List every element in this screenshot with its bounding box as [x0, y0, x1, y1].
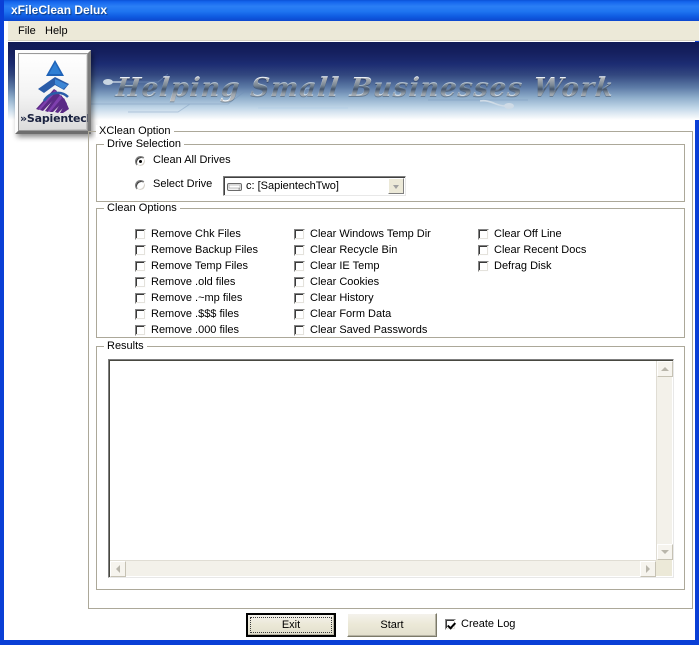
results-group: Results: [96, 346, 685, 590]
checkbox-create-log-mark[interactable]: [445, 619, 456, 630]
checkbox-remove-backup-files-label: Remove Backup Files: [151, 244, 258, 256]
hard-drive-icon: [227, 181, 242, 193]
menu-bar: File Help: [8, 21, 699, 41]
checkbox-clear-ie-temp-label: Clear IE Temp: [310, 260, 380, 272]
results-text: [112, 362, 653, 557]
results-textarea[interactable]: [108, 359, 674, 578]
checkbox-remove-000-files-mark[interactable]: [135, 325, 146, 336]
clean-options-legend: Clean Options: [104, 202, 180, 214]
checkbox-remove-old-files-mark[interactable]: [135, 277, 146, 288]
checkbox-defrag-disk-label: Defrag Disk: [494, 260, 551, 272]
xclean-option-group: XClean Option Drive Selection Clean All …: [88, 131, 693, 609]
radio-clean-all-drives-mark[interactable]: [135, 156, 146, 167]
checkbox-remove-temp-files-label: Remove Temp Files: [151, 260, 248, 272]
drive-select-value: c: [SapientechTwo]: [246, 180, 339, 192]
checkbox-remove-chk-files-label: Remove Chk Files: [151, 228, 241, 240]
checkbox-remove-temp-files-mark[interactable]: [135, 261, 146, 272]
exit-button[interactable]: Exit: [246, 613, 336, 637]
checkbox-clear-history-label: Clear History: [310, 292, 374, 304]
chevron-down-icon[interactable]: [388, 178, 404, 194]
radio-select-drive-mark[interactable]: [135, 180, 146, 191]
banner-tagline: Helping Small Businesses Work: [114, 73, 616, 103]
scroll-down-button[interactable]: [657, 544, 673, 560]
focus-ring: [250, 617, 332, 633]
sapientech-mark-icon: [24, 57, 86, 115]
checkbox-remove-backup-files-mark[interactable]: [135, 245, 146, 256]
drive-selection-group: Drive Selection Clean All Drives Select …: [96, 144, 685, 202]
scroll-left-button[interactable]: [110, 561, 126, 577]
checkbox-remove-old-files-label: Remove .old files: [151, 276, 235, 288]
checkbox-remove-tmp-files-mark[interactable]: [135, 293, 146, 304]
scroll-right-button[interactable]: [640, 561, 656, 577]
menu-item-help[interactable]: Help: [40, 24, 73, 38]
checkbox-clear-recent-docs-label: Clear Recent Docs: [494, 244, 586, 256]
checkbox-clear-cookies-label: Clear Cookies: [310, 276, 379, 288]
results-vertical-scrollbar[interactable]: [656, 361, 672, 560]
window-frame: xFileClean Delux File Help: [0, 0, 699, 645]
checkbox-remove-dollar-files-label: Remove .$$$ files: [151, 308, 239, 320]
checkbox-clear-off-line-label: Clear Off Line: [494, 228, 562, 240]
checkbox-clear-cookies-mark[interactable]: [294, 277, 305, 288]
chevron-right-icon: [646, 565, 650, 573]
results-horizontal-scrollbar[interactable]: [110, 560, 656, 576]
checkbox-create-log-label: Create Log: [461, 618, 515, 630]
banner: Helping Small Businesses Work: [8, 42, 699, 120]
drive-select-combobox[interactable]: c: [SapientechTwo]: [223, 176, 406, 196]
xclean-option-legend: XClean Option: [96, 125, 174, 137]
start-button[interactable]: Start: [347, 613, 437, 637]
drive-selection-legend: Drive Selection: [104, 138, 184, 150]
checkbox-clear-saved-passwords-label: Clear Saved Passwords: [310, 324, 427, 336]
window-title: xFileClean Delux: [11, 3, 107, 17]
menu-item-file[interactable]: File: [13, 24, 41, 38]
checkbox-remove-chk-files-mark[interactable]: [135, 229, 146, 240]
tail-flourish-icon: [480, 97, 516, 113]
clean-options-group: Clean Options Remove Chk Files Remove Ba…: [96, 208, 685, 338]
logo-wordmark: »Sapientech: [20, 112, 86, 125]
start-button-label: Start: [380, 619, 403, 631]
scroll-up-button[interactable]: [657, 361, 673, 377]
scrollbar-corner: [656, 560, 672, 576]
chevron-down-icon: [661, 550, 669, 554]
checkbox-clear-ie-temp-mark[interactable]: [294, 261, 305, 272]
sapientech-logo: »Sapientech: [15, 50, 91, 134]
chevron-up-icon: [661, 367, 669, 371]
checkbox-defrag-disk-mark[interactable]: [478, 261, 489, 272]
checkbox-clear-recent-docs-mark[interactable]: [478, 245, 489, 256]
checkbox-clear-saved-passwords-mark[interactable]: [294, 325, 305, 336]
checkbox-clear-recycle-bin-mark[interactable]: [294, 245, 305, 256]
title-bar: xFileClean Delux: [4, 0, 699, 21]
radio-clean-all-drives-label: Clean All Drives: [153, 154, 231, 166]
checkbox-clear-history-mark[interactable]: [294, 293, 305, 304]
checkbox-clear-form-data-label: Clear Form Data: [310, 308, 391, 320]
checkbox-remove-dollar-files-mark[interactable]: [135, 309, 146, 320]
chevron-left-icon: [116, 565, 120, 573]
logo-inner-panel: »Sapientech: [20, 55, 86, 129]
checkbox-clear-off-line-mark[interactable]: [478, 229, 489, 240]
checkbox-clear-windows-temp-dir-mark[interactable]: [294, 229, 305, 240]
checkbox-clear-windows-temp-dir-label: Clear Windows Temp Dir: [310, 228, 431, 240]
checkbox-remove-tmp-files-label: Remove .~mp files: [151, 292, 242, 304]
checkbox-clear-form-data-mark[interactable]: [294, 309, 305, 320]
checkbox-clear-recycle-bin-label: Clear Recycle Bin: [310, 244, 397, 256]
application-window: xFileClean Delux File Help: [0, 0, 699, 645]
checkbox-remove-000-files-label: Remove .000 files: [151, 324, 239, 336]
results-legend: Results: [104, 340, 147, 352]
radio-select-drive-label: Select Drive: [153, 178, 212, 190]
